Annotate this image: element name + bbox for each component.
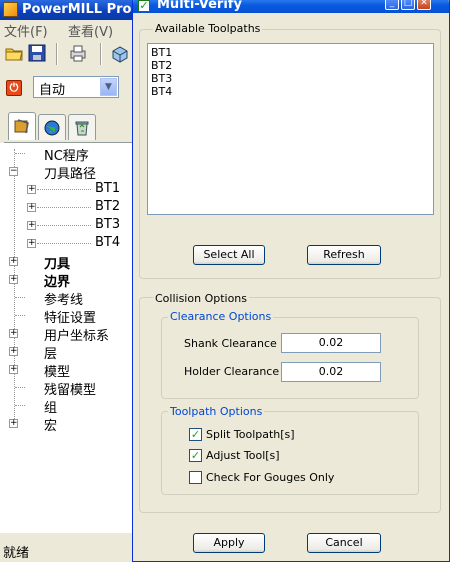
chevron-down-icon[interactable]: ▼ (100, 78, 117, 96)
maximize-icon[interactable]: □ (401, 0, 415, 10)
tree-child-label: BT2 (95, 199, 121, 214)
menu-file[interactable]: 文件(F) (4, 21, 48, 40)
apply-button[interactable]: Apply (193, 533, 265, 553)
split-toolpath-checkbox[interactable]: ✓ (189, 428, 202, 441)
expand-icon[interactable]: + (27, 221, 36, 230)
clearance-options-label: Clearance Options (168, 310, 274, 323)
tree-connector (37, 207, 91, 208)
tree-connector (37, 225, 91, 226)
holder-clearance-input[interactable]: 0.02 (281, 362, 381, 382)
tree-connector (15, 315, 25, 316)
minimize-icon[interactable]: _ (385, 0, 399, 10)
expand-icon[interactable]: + (9, 347, 18, 356)
tree-item[interactable]: − 刀具路径 (0, 162, 134, 182)
mode-row: ⏻ 自动 ▼ (0, 72, 140, 104)
tree-connector (15, 297, 25, 298)
tree-item[interactable]: + 刀具 (0, 252, 134, 272)
expand-icon[interactable]: + (9, 275, 18, 284)
expand-icon[interactable]: + (9, 365, 18, 374)
tree-item[interactable]: 参考线 (0, 288, 134, 308)
shank-clearance-label: Shank Clearance (184, 337, 277, 350)
tree-connector (37, 189, 91, 190)
tree-child-item[interactable]: + BT3 (0, 216, 134, 234)
toolbar-separator (100, 43, 102, 65)
holder-clearance-label: Holder Clearance (184, 365, 280, 378)
toolbar (0, 40, 140, 68)
tree-item[interactable]: + 用户坐标系 (0, 324, 134, 344)
status-bar: 就绪 (0, 536, 134, 562)
tree-connector (15, 405, 25, 406)
clearance-options-group (161, 317, 419, 399)
tree-child-label: BT1 (95, 181, 121, 196)
tree-child-label: BT4 (95, 235, 121, 250)
tree-item[interactable]: 组 (0, 396, 134, 416)
toolpath-list-item[interactable]: BT4 (151, 85, 172, 98)
recycle-bin-icon (75, 121, 89, 136)
globe-icon (44, 120, 60, 136)
tab-explorer[interactable] (8, 112, 36, 140)
explorer-tabs (4, 112, 134, 143)
tree-item[interactable]: 特征设置 (0, 306, 134, 326)
available-toolpaths-label: Available Toolpaths (153, 22, 263, 35)
menu-view[interactable]: 查看(V) (68, 21, 113, 40)
gouges-only-label: Check For Gouges Only (206, 471, 335, 484)
split-toolpath-label: Split Toolpath[s] (206, 428, 295, 441)
tree-child-label: BT3 (95, 217, 121, 232)
close-icon[interactable]: ✕ (417, 0, 431, 10)
block-icon[interactable] (110, 43, 130, 63)
powermill-logo-icon (3, 2, 18, 17)
adjust-tool-checkbox[interactable]: ✓ (189, 449, 202, 462)
tab-recycle[interactable] (68, 114, 96, 140)
power-icon[interactable]: ⏻ (6, 80, 22, 96)
dialog-title: Multi-Verify (157, 0, 242, 12)
tree-connector (15, 153, 25, 154)
explorer-tree: NC程序 − 刀具路径 + BT1 + BT2 + BT3 + BT4 + 刀具 + 边界 参考线 特征设置 + 用… (0, 143, 134, 533)
gouges-only-checkbox[interactable] (189, 471, 202, 484)
expand-icon[interactable]: + (27, 185, 36, 194)
expand-icon[interactable]: + (9, 257, 18, 266)
mode-select[interactable]: 自动 ▼ (33, 76, 119, 98)
adjust-tool-label: Adjust Tool[s] (206, 449, 280, 462)
explorer-icon (14, 119, 29, 134)
tree-item-label: 宏 (44, 419, 58, 434)
expand-icon[interactable]: + (9, 419, 18, 428)
tree-child-item[interactable]: + BT2 (0, 198, 134, 216)
shank-clearance-input[interactable]: 0.02 (281, 333, 381, 353)
cancel-button[interactable]: Cancel (307, 533, 381, 553)
tree-connector (15, 387, 25, 388)
tree-item[interactable]: + 模型 (0, 360, 134, 380)
open-folder-icon[interactable] (4, 43, 24, 63)
tree-item[interactable]: + 边界 (0, 270, 134, 290)
expand-icon[interactable]: + (27, 239, 36, 248)
toolpath-options-label: Toolpath Options (168, 405, 265, 418)
tree-item[interactable]: 残留模型 (0, 378, 134, 398)
toolpath-list-item[interactable]: BT3 (151, 72, 172, 85)
collision-options-label: Collision Options (153, 292, 250, 305)
checkmark-icon: ✓ (138, 0, 150, 12)
status-text: 就绪 (3, 546, 30, 561)
tree-item[interactable]: + 层 (0, 342, 134, 362)
print-icon[interactable] (68, 43, 88, 63)
tree-item[interactable]: + 宏 (0, 414, 134, 434)
select-all-button[interactable]: Select All (193, 245, 265, 265)
refresh-button[interactable]: Refresh (307, 245, 381, 265)
app-title: PowerMILL Pro (22, 2, 132, 17)
toolpath-list-item[interactable]: BT1 (151, 46, 172, 59)
tree-child-item[interactable]: + BT1 (0, 180, 134, 198)
expand-icon[interactable]: + (27, 203, 36, 212)
toolpath-list-item[interactable]: BT2 (151, 59, 172, 72)
tab-globe[interactable] (38, 114, 66, 140)
mode-select-value: 自动 (39, 83, 66, 98)
expand-icon[interactable]: + (9, 329, 18, 338)
dialog-titlebar: ✓ Multi-Verify _ □ ✕ (133, 0, 449, 13)
save-icon[interactable] (27, 43, 47, 63)
toolpath-list[interactable]: BT1 BT2 BT3 BT4 (147, 43, 434, 215)
multi-verify-dialog: ✓ Multi-Verify _ □ ✕ Available Toolpaths… (132, 0, 450, 562)
tree-item[interactable]: NC程序 (0, 144, 134, 164)
collapse-icon[interactable]: − (9, 167, 18, 176)
tree-connector (37, 243, 91, 244)
tree-child-item[interactable]: + BT4 (0, 234, 134, 252)
toolbar-separator (56, 43, 58, 65)
